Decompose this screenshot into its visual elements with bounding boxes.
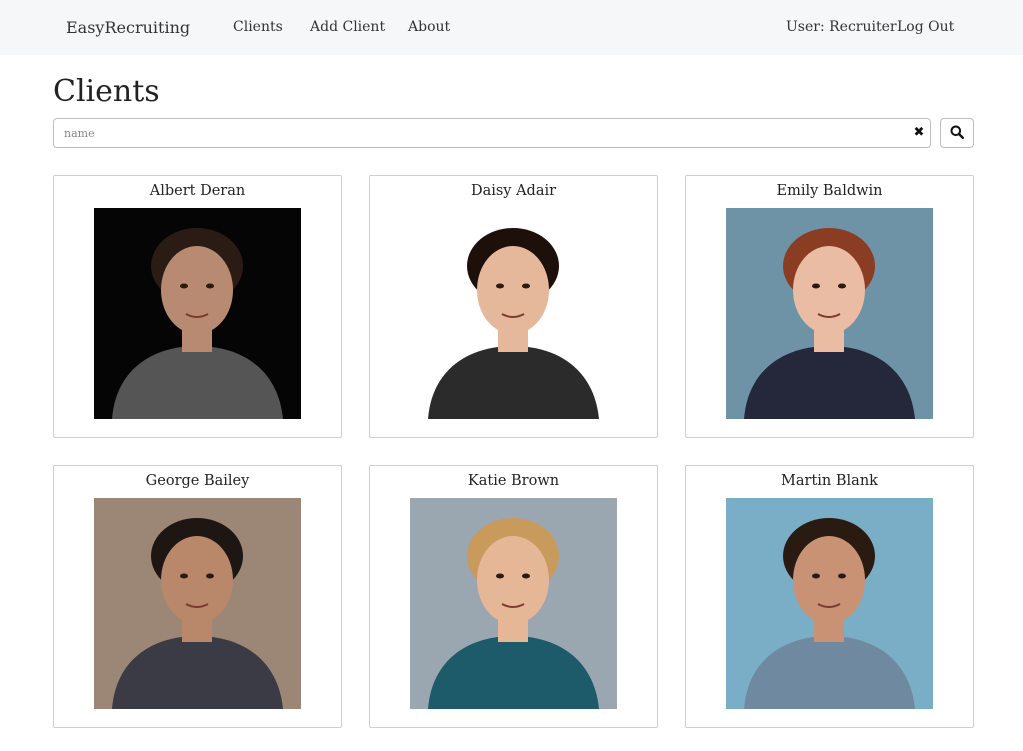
client-name: Daisy Adair (470, 183, 557, 199)
client-photo (410, 208, 617, 419)
close-icon[interactable]: ✖ (910, 124, 928, 142)
brand-link[interactable]: EasyRecruiting (66, 18, 190, 37)
client-name: Katie Brown (467, 473, 560, 489)
client-photo (410, 498, 617, 709)
client-name: Albert Deran (149, 183, 246, 199)
search-input[interactable] (53, 118, 931, 148)
client-name: George Bailey (145, 473, 250, 489)
nav-add-client-link[interactable]: Add Client (310, 19, 385, 35)
client-photo (94, 208, 301, 419)
client-name: Emily Baldwin (776, 183, 883, 199)
client-photo (726, 208, 933, 419)
client-photo (94, 498, 301, 709)
search-icon (950, 124, 965, 143)
client-name: Martin Blank (781, 473, 878, 489)
client-card[interactable]: Emily Baldwin (685, 175, 974, 438)
nav-clients-link[interactable]: Clients (233, 19, 283, 35)
client-card[interactable]: George Bailey (53, 465, 342, 728)
page-title: Clients (53, 74, 160, 109)
client-card[interactable]: Martin Blank (685, 465, 974, 728)
client-card[interactable]: Katie Brown (369, 465, 658, 728)
logout-link[interactable]: Log Out (897, 19, 954, 35)
client-photo (726, 498, 933, 709)
search-button[interactable] (940, 118, 974, 148)
nav-about-link[interactable]: About (408, 19, 450, 35)
user-label: User: Recruiter (786, 19, 897, 35)
client-card[interactable]: Daisy Adair (369, 175, 658, 438)
navbar: EasyRecruiting Clients Add Client About … (0, 0, 1023, 55)
client-card[interactable]: Albert Deran (53, 175, 342, 438)
